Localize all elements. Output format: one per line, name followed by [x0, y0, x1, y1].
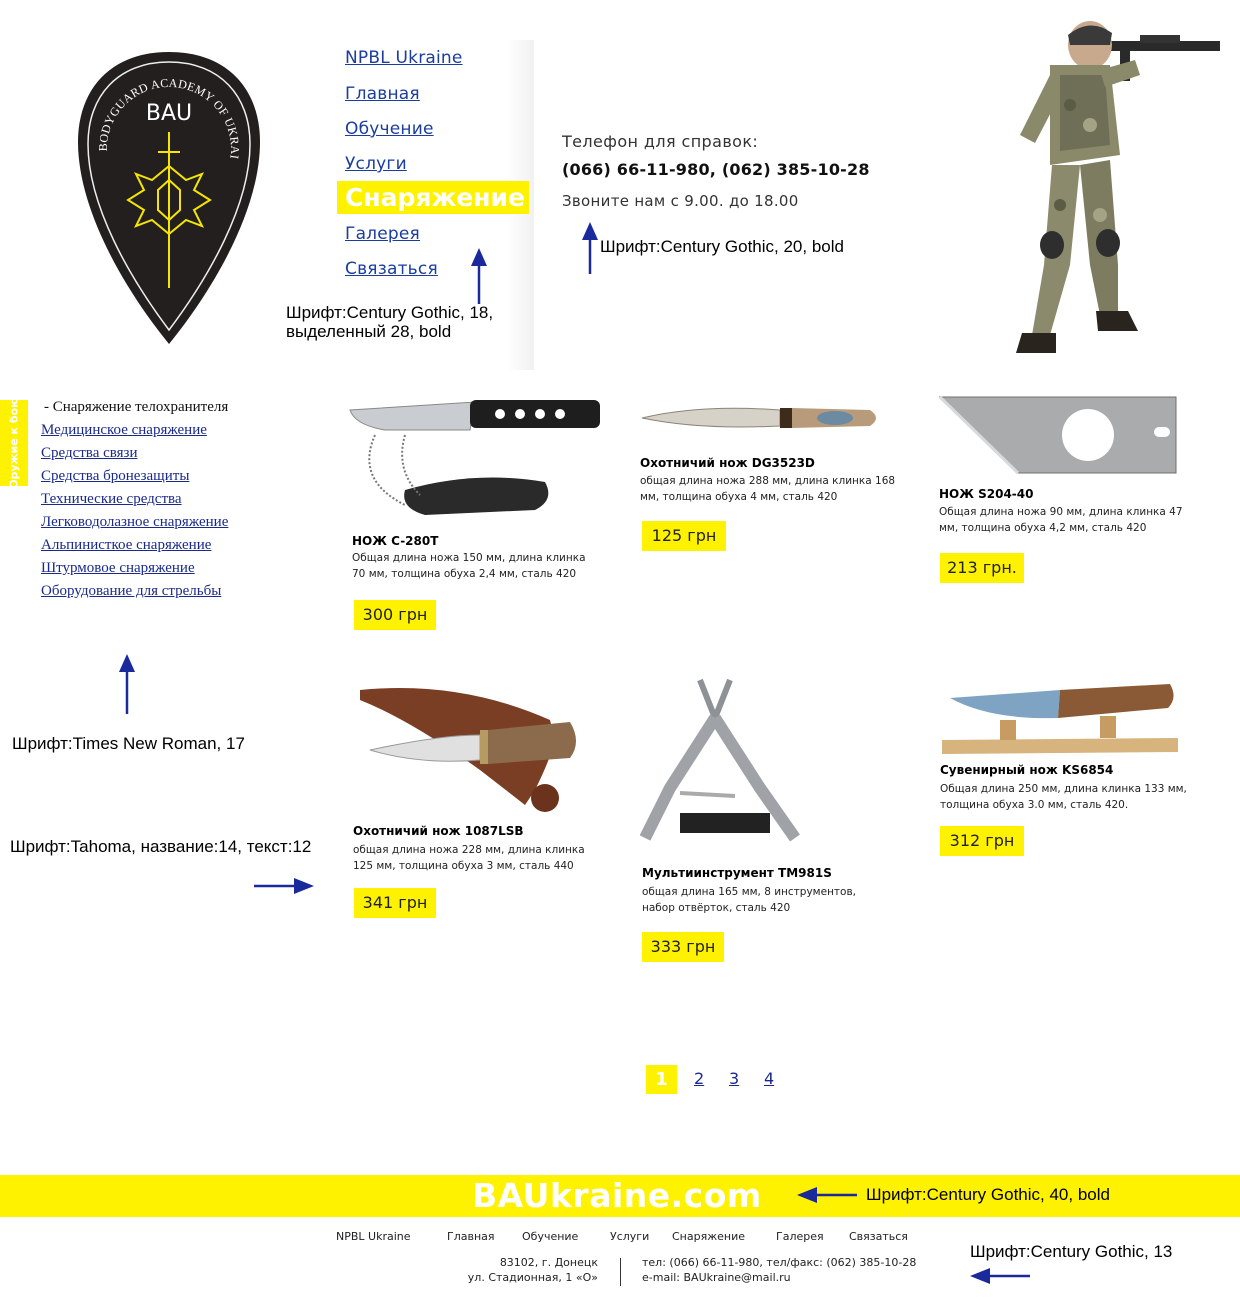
category-link-armor[interactable]: Средства бронезащиты	[41, 468, 189, 485]
footer-link-home[interactable]: Главная	[447, 1230, 495, 1243]
product-name[interactable]: Охотничий нож 1087LSB	[353, 824, 524, 838]
phone-label: Телефон для справок:	[562, 132, 759, 151]
product-image-tm981s[interactable]	[640, 678, 810, 860]
footer-phone: тел: (066) 66-11-980, тел/факс: (062) 38…	[642, 1256, 917, 1269]
product-description: Общая длина ножа 90 мм, длина клинка 47 …	[939, 506, 1183, 534]
nav-home[interactable]: Главная	[345, 84, 420, 104]
left-arrow-icon	[797, 1187, 857, 1203]
product-description: общая длина ножа 288 мм, длина клинка 16…	[640, 475, 896, 503]
contact-font-note: Шрифт:Century Gothic, 20, bold	[600, 237, 844, 256]
nav-contact[interactable]: Связаться	[345, 259, 438, 279]
bau-logo[interactable]: BODYGUARD ACADEMY OF UKRAINE BAU	[78, 50, 260, 346]
product-description: Общая длина 250 мм, длина клинка 133 мм,…	[940, 783, 1187, 811]
footer-link-contact[interactable]: Связаться	[849, 1230, 908, 1243]
nav-font-note: Шрифт:Century Gothic, 18,	[286, 303, 494, 322]
product-image-c280t[interactable]	[345, 390, 605, 530]
product-price: 213 грн.	[940, 553, 1024, 583]
footer-link-gallery[interactable]: Галерея	[776, 1230, 824, 1243]
up-arrow-icon	[119, 654, 135, 714]
product-image-s204-40[interactable]	[938, 395, 1178, 477]
product-name[interactable]: Сувенирный нож KS6854	[940, 763, 1113, 777]
up-arrow-icon	[582, 222, 598, 274]
footer-link-training[interactable]: Обучение	[522, 1230, 578, 1243]
product-image-ks6854[interactable]	[940, 680, 1180, 756]
weapons-tab[interactable]: Оружие к бою	[0, 397, 28, 489]
category-heading: - Снаряжение телохранителя	[44, 399, 229, 415]
right-arrow-icon	[254, 878, 314, 894]
nav-npbl[interactable]: NPBL Ukraine	[345, 48, 463, 68]
page-current[interactable]: 1	[646, 1065, 677, 1094]
product-price: 300 грн	[354, 600, 436, 630]
brand-font-note: Шрифт:Century Gothic, 40, bold	[866, 1185, 1110, 1204]
product-name[interactable]: Охотничий нож DG3523D	[640, 456, 815, 470]
footer-font-note: Шрифт:Century Gothic, 13	[970, 1242, 1173, 1261]
footer-address-city: 83102, г. Донецк	[499, 1256, 598, 1269]
product-font-note: Шрифт:Tahoma, название:14, текст:12	[10, 837, 312, 856]
product-description: общая длина 165 мм, 8 инструментов, набо…	[642, 886, 856, 914]
weapons-tab-label: Оружие к бою	[7, 397, 21, 489]
product-name[interactable]: Мультиинструмент TM981S	[642, 866, 832, 880]
nav-services[interactable]: Услуги	[345, 154, 407, 174]
nav-gallery[interactable]: Галерея	[345, 224, 420, 244]
left-arrow-icon	[970, 1268, 1030, 1284]
working-hours: Звоните нам с 9.00. до 18.00	[562, 192, 799, 210]
nav-training[interactable]: Обучение	[345, 119, 434, 139]
footer-address-street: ул. Стадионная, 1 «О»	[467, 1271, 598, 1284]
page-link-3[interactable]: 3	[729, 1069, 739, 1088]
footer-link-services[interactable]: Услуги	[610, 1230, 649, 1243]
nav-font-note-2: выделенный 28, bold	[286, 322, 452, 341]
soldier-image	[1016, 21, 1220, 353]
up-arrow-icon	[471, 248, 487, 304]
category-link-comms[interactable]: Средства связи	[41, 445, 138, 462]
phone-numbers: (066) 66-11-980, (062) 385-10-28	[562, 160, 870, 179]
category-font-note: Шрифт:Times New Roman, 17	[12, 734, 245, 753]
product-description: общая длина ножа 228 мм, длина клинка 12…	[353, 844, 585, 872]
product-price: 312 грн	[940, 826, 1024, 856]
category-link-diving[interactable]: Легководолазное снаряжение	[41, 514, 228, 531]
nav-equipment-active[interactable]: Снаряжение	[337, 181, 529, 214]
category-link-shooting[interactable]: Оборудование для стрельбы	[41, 583, 221, 600]
product-image-dg3523d[interactable]	[640, 398, 885, 438]
product-image-1087lsb[interactable]	[350, 680, 590, 820]
category-link-medical[interactable]: Медицинское снаряжение	[41, 422, 207, 439]
category-link-climbing[interactable]: Альпинисткое снаряжение	[41, 537, 211, 554]
footer-link-equipment[interactable]: Снаряжение	[672, 1230, 745, 1243]
product-price: 341 грн	[354, 888, 436, 918]
category-link-technical[interactable]: Технические средства	[41, 491, 182, 508]
page-link-4[interactable]: 4	[764, 1069, 774, 1088]
product-name[interactable]: НОЖ S204-40	[939, 487, 1033, 501]
footer-link-npbl[interactable]: NPBL Ukraine	[336, 1230, 411, 1243]
product-description: Общая длина ножа 150 мм, длина клинка 70…	[352, 552, 586, 580]
logo-abbr: BAU	[146, 101, 192, 126]
page-link-2[interactable]: 2	[694, 1069, 704, 1088]
product-price: 333 грн	[642, 932, 724, 962]
product-price: 125 грн	[642, 521, 726, 551]
category-link-assault[interactable]: Штурмовое снаряжение	[41, 560, 195, 577]
product-name[interactable]: НОЖ C-280T	[352, 534, 438, 548]
footer-email[interactable]: e-mail: BAUkraine@mail.ru	[642, 1271, 791, 1284]
footer-brand[interactable]: BAUkraine.com	[472, 1175, 762, 1217]
footer-divider	[620, 1258, 621, 1286]
